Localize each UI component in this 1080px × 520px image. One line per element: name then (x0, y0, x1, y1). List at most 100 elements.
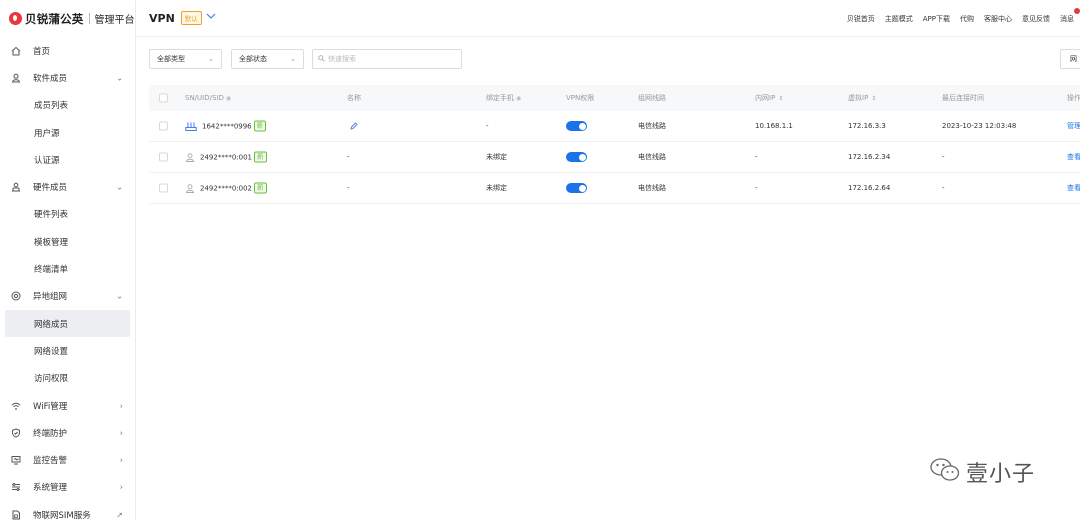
row-checkbox[interactable] (159, 152, 168, 162)
row-last-connect: 2023-10-23 12:03:48 (942, 122, 1017, 130)
chevron-down-icon: ⌄ (116, 73, 123, 83)
col-route: 组网线路 (638, 94, 666, 102)
sidebar-item-label: 成员列表 (34, 101, 69, 112)
sidebar-item-label: WiFi管理 (33, 401, 68, 412)
sidebar-item-0[interactable]: 首页 (0, 37, 135, 64)
chevron-down-icon: ⌄ (208, 55, 214, 63)
row-route: 电信线路 (638, 122, 666, 130)
sidebar-item-sub-3[interactable]: 用户源 (0, 119, 135, 146)
header-link-2[interactable]: APP下载 (923, 14, 950, 24)
network-icon (11, 291, 21, 301)
search-input[interactable]: 快速搜索 (312, 49, 462, 69)
sidebar-item-label: 终端清单 (34, 265, 69, 276)
sidebar-item-sub-8[interactable]: 终端清单 (0, 255, 135, 282)
sn-text: 2492****0:001 (200, 153, 252, 161)
row-name: - (347, 153, 350, 161)
row-virtual-ip: 172.16.3.3 (848, 122, 886, 130)
status-select[interactable]: 全部状态 ⌄ (231, 49, 304, 69)
brand[interactable]: 贝锐蒲公英 管理平台 (0, 0, 135, 37)
router-icon (185, 121, 197, 131)
chevron-right-icon: › (119, 455, 123, 465)
type-select-value: 全部类型 (157, 55, 185, 63)
sidebar-item-sub-6[interactable]: 硬件列表 (0, 201, 135, 228)
top-header: VPN 默认 贝锐首页 主题模式 APP下载 代购 客服中心 意见反馈 消息 (136, 0, 1080, 37)
row-phone: 未绑定 (486, 184, 507, 192)
col-lan-ip[interactable]: 内网IP ⇕ (755, 93, 783, 103)
header-links: 贝锐首页 主题模式 APP下载 代购 客服中心 意见反馈 消息 (847, 0, 1080, 37)
sidebar-item-17[interactable]: 物联网SIM服务 ↗ (0, 501, 135, 520)
sidebar-item-sub-7[interactable]: 模板管理 (0, 228, 135, 255)
header-link-3[interactable]: 代购 (960, 14, 974, 24)
sidebar-item-label: 异地组网 (33, 292, 68, 303)
sidebar-item-sub-12[interactable]: 访问权限 (0, 365, 135, 392)
eye-icon: ◉ (225, 94, 232, 102)
row-route: 电信线路 (638, 153, 666, 161)
header-link-6[interactable]: 消息 (1060, 14, 1074, 24)
user-icon (11, 73, 21, 83)
table-row[interactable]: 2492****0:001 新 - 未绑定 电信线路 - 172.16.2.34 - 查看 (149, 142, 1080, 173)
col-virtual-ip[interactable]: 虚拟IP ⇕ (848, 93, 876, 103)
sidebar-item-label: 首页 (33, 46, 51, 57)
eye-icon: ◉ (516, 94, 522, 102)
edit-icon[interactable] (350, 122, 358, 130)
new-tag: 新 (254, 182, 267, 194)
sidebar: 贝锐蒲公英 管理平台 首页软件成员 ⌄ 成员列表用户源认证源硬件成员 ⌄ 硬件列表模板管… (0, 0, 136, 520)
col-vpn: VPN权限 (566, 94, 595, 102)
sidebar-item-label: 监控告警 (33, 456, 68, 467)
table-row[interactable]: 2492****0:002 新 - 未绑定 电信线路 - 172.16.2.64 - 查看 (149, 173, 1080, 204)
sidebar-item-15[interactable]: 监控告警 › (0, 446, 135, 473)
person-icon (185, 152, 195, 162)
sidebar-item-label: 用户源 (34, 128, 60, 139)
header-link-4[interactable]: 客服中心 (984, 14, 1012, 24)
settings-icon (11, 482, 21, 492)
sidebar-item-13[interactable]: WiFi管理 › (0, 392, 135, 419)
row-action-link[interactable]: 查看 (1067, 183, 1080, 193)
row-action-link[interactable]: 查看 (1067, 152, 1080, 162)
sidebar-item-9[interactable]: 异地组网 ⌄ (0, 283, 135, 310)
network-button-label: 网 (1070, 55, 1077, 63)
select-all-checkbox[interactable] (159, 93, 168, 103)
sidebar-item-sub-10[interactable]: 网络成员 (5, 309, 130, 338)
new-tag: 新 (253, 120, 267, 132)
table-row[interactable]: 1642****0996 新 - 电信线路 10.168.1.1 172.16.3.3 20… (149, 111, 1080, 142)
default-badge: 默认 (180, 11, 202, 25)
app-root: 贝锐蒲公英 管理平台 首页软件成员 ⌄ 成员列表用户源认证源硬件成员 ⌄ 硬件列表模板管… (0, 0, 1080, 520)
chevron-down-icon[interactable] (206, 13, 216, 23)
row-virtual-ip: 172.16.2.34 (848, 153, 891, 161)
wechat-icon (930, 457, 960, 487)
header-link-0[interactable]: 贝锐首页 (847, 14, 875, 24)
chevron-down-icon: ⌄ (116, 182, 123, 192)
sidebar-item-label: 硬件成员 (33, 183, 68, 194)
sidebar-item-sub-4[interactable]: 认证源 (0, 146, 135, 173)
message-badge (1074, 8, 1080, 14)
row-action-link[interactable]: 管理 (1067, 121, 1080, 131)
sidebar-item-sub-11[interactable]: 网络设置 (0, 337, 135, 364)
vpn-toggle[interactable] (566, 183, 587, 193)
sidebar-item-label: 认证源 (34, 155, 60, 166)
chevron-right-icon: › (119, 428, 123, 438)
sidebar-item-1[interactable]: 软件成员 ⌄ (0, 64, 135, 91)
sidebar-item-sub-2[interactable]: 成员列表 (0, 92, 135, 119)
row-phone: - (486, 122, 489, 130)
sidebar-item-14[interactable]: 终端防护 › (0, 419, 135, 446)
sidebar-item-label: 硬件列表 (34, 210, 69, 221)
vpn-toggle[interactable] (566, 121, 587, 131)
chevron-down-icon: ⌄ (116, 291, 123, 301)
row-lan-ip: - (755, 153, 758, 161)
header-link-1[interactable]: 主题模式 (885, 14, 913, 24)
home-icon (11, 46, 21, 56)
header-link-5[interactable]: 意见反馈 (1022, 14, 1050, 24)
status-select-value: 全部状态 (239, 55, 267, 63)
row-checkbox[interactable] (159, 121, 168, 131)
sidebar-item-16[interactable]: 系统管理 › (0, 474, 135, 501)
row-checkbox[interactable] (159, 183, 168, 193)
sidebar-item-label: 软件成员 (33, 73, 68, 84)
row-sn: 2492****0:002 新 (185, 182, 267, 194)
vpn-toggle[interactable] (566, 152, 587, 162)
network-button[interactable]: 网 (1060, 49, 1080, 69)
type-select[interactable]: 全部类型 ⌄ (149, 49, 222, 69)
table-body: 1642****0996 新 - 电信线路 10.168.1.1 172.16.3.3 20… (149, 111, 1080, 204)
search-icon (318, 54, 325, 64)
col-name: 名称 (347, 94, 361, 102)
sidebar-item-5[interactable]: 硬件成员 ⌄ (0, 173, 135, 200)
